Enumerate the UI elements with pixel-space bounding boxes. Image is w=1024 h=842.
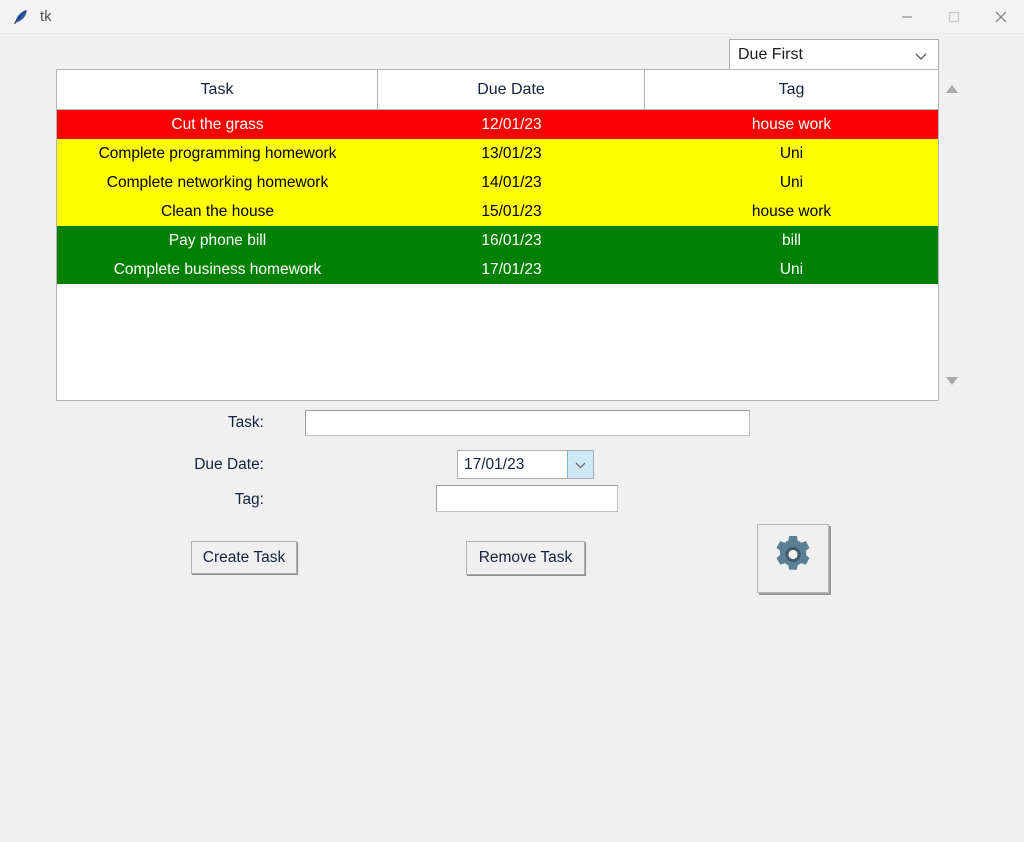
table-row[interactable]: Complete networking homework 14/01/23 Uni [57,168,938,197]
tag-label: Tag: [234,491,264,508]
cell-tag: house work [751,115,832,133]
table-scrollbar[interactable] [940,69,964,401]
task-input[interactable] [305,410,750,436]
cell-due-date: 12/01/23 [481,115,542,133]
due-date-picker[interactable]: 17/01/23 [457,450,594,479]
due-date-value: 17/01/23 [464,455,525,473]
sort-order-combobox[interactable]: Due First [729,39,939,71]
cell-task: Complete networking homework [106,173,329,191]
table-row[interactable]: Pay phone bill 16/01/23 bill [57,226,938,255]
settings-button[interactable] [757,524,829,593]
sort-order-value: Due First [738,46,803,63]
table-header-row: Task Due Date Tag [57,70,938,110]
app-window: tk Due First Task Due Date Tag Cut the g… [0,0,1024,842]
cell-tag: Uni [779,173,804,191]
gear-icon [770,533,816,584]
cell-task: Complete programming homework [98,144,337,162]
tag-input[interactable] [436,485,618,512]
minimize-button[interactable] [883,0,930,33]
table-row[interactable]: Clean the house 15/01/23 house work [57,197,938,226]
task-table[interactable]: Task Due Date Tag Cut the grass 12/01/23 h… [56,69,939,401]
cell-task: Cut the grass [171,115,264,133]
cell-due-date: 14/01/23 [481,173,542,191]
cell-tag: house work [751,202,832,220]
cell-tag: bill [782,231,801,249]
cell-task: Clean the house [161,202,274,220]
table-row[interactable]: Cut the grass 12/01/23 house work [57,110,938,139]
column-header-tag[interactable]: Tag [645,70,938,109]
chevron-down-icon [914,40,928,72]
cell-due-date: 16/01/23 [481,231,542,249]
triangle-down-icon[interactable] [940,369,964,393]
table-row[interactable]: Complete business homework 17/01/23 Uni [57,255,938,284]
cell-due-date: 17/01/23 [481,260,542,278]
cell-tag: Uni [779,144,804,162]
title-bar-divider [0,33,1024,34]
due-date-dropdown-button[interactable] [567,451,593,478]
window-title: tk [40,8,52,25]
column-header-task[interactable]: Task [57,70,378,109]
cell-tag: Uni [779,260,804,278]
feather-icon [11,7,31,27]
window-controls [883,0,1024,33]
chevron-down-icon [575,462,586,469]
column-header-due-date[interactable]: Due Date [378,70,645,109]
title-bar: tk [0,0,1024,33]
triangle-up-icon[interactable] [940,77,964,101]
table-body: Cut the grass 12/01/23 house work Complete … [57,110,938,284]
cell-due-date: 15/01/23 [481,202,542,220]
task-label: Task: [227,414,264,431]
cell-task: Complete business homework [113,260,322,278]
table-row[interactable]: Complete programming homework 13/01/23 Uni [57,139,938,168]
due-date-label: Due Date: [194,456,264,473]
remove-task-button[interactable]: Remove Task [466,541,585,575]
cell-task: Pay phone bill [168,231,267,249]
close-button[interactable] [977,0,1024,33]
cell-due-date: 13/01/23 [481,144,542,162]
maximize-button[interactable] [930,0,977,33]
create-task-button[interactable]: Create Task [191,541,297,574]
